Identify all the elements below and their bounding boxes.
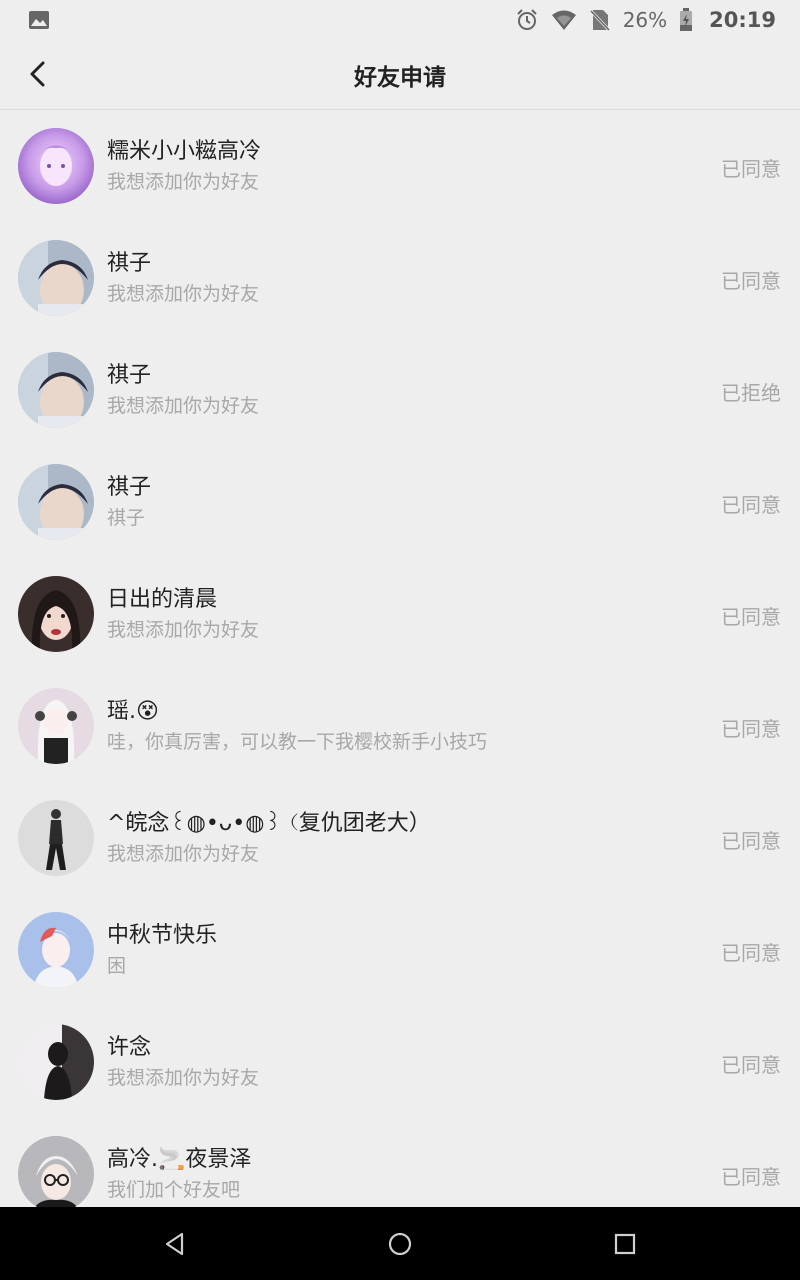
request-status: 已同意 bbox=[721, 941, 781, 965]
request-status: 已同意 bbox=[721, 269, 781, 293]
alarm-icon bbox=[516, 9, 537, 30]
friend-request-row[interactable]: 许念 我想添加你为好友 已同意 bbox=[0, 1007, 800, 1119]
request-status: 已拒绝 bbox=[721, 381, 781, 405]
avatar bbox=[18, 352, 94, 428]
request-status: 已同意 bbox=[721, 829, 781, 853]
request-message: 我想添加你为好友 bbox=[107, 283, 260, 305]
request-message: 我想添加你为好友 bbox=[107, 1067, 260, 1089]
back-triangle-icon[interactable] bbox=[162, 1231, 188, 1257]
request-message: 我们加个好友吧 bbox=[107, 1179, 241, 1201]
request-message: 哇，你真厉害，可以教一下我樱校新手小技巧 bbox=[107, 731, 488, 753]
request-status: 已同意 bbox=[721, 157, 781, 181]
request-status: 已同意 bbox=[721, 717, 781, 741]
request-status: 已同意 bbox=[721, 605, 781, 629]
friend-request-row[interactable]: 祺子 祺子 已同意 bbox=[0, 447, 800, 559]
friend-request-row[interactable]: 糯米小小糍高冷 我想添加你为好友 已同意 bbox=[0, 111, 800, 223]
friend-request-row[interactable]: 日出的清晨 我想添加你为好友 已同意 bbox=[0, 559, 800, 671]
home-circle-icon[interactable] bbox=[387, 1231, 413, 1257]
avatar bbox=[18, 1024, 94, 1100]
request-status: 已同意 bbox=[721, 493, 781, 517]
battery-icon bbox=[680, 8, 693, 31]
avatar bbox=[18, 128, 94, 204]
header: 好友申请 bbox=[0, 40, 800, 110]
avatar bbox=[18, 800, 94, 876]
status-bar: 26% 20:19 bbox=[0, 0, 800, 40]
request-message: 我想添加你为好友 bbox=[107, 395, 260, 417]
request-message: 我想添加你为好友 bbox=[107, 171, 260, 193]
friend-request-row[interactable]: 高冷.🚬夜景泽 我们加个好友吧 已同意 bbox=[0, 1119, 800, 1207]
page-title: 好友申请 bbox=[354, 64, 446, 91]
request-status: 已同意 bbox=[721, 1165, 781, 1189]
gallery-icon bbox=[29, 11, 49, 29]
requester-name: 日出的清晨 bbox=[107, 587, 218, 612]
avatar bbox=[18, 912, 94, 988]
avatar bbox=[18, 576, 94, 652]
back-button[interactable] bbox=[18, 54, 58, 94]
friend-request-list: 糯米小小糍高冷 我想添加你为好友 已同意 祺子 我想添加你为好友 已同意 祺子 … bbox=[0, 111, 800, 1207]
request-message: 我想添加你为好友 bbox=[107, 843, 260, 865]
avatar bbox=[18, 240, 94, 316]
requester-name: 瑶.😵 bbox=[107, 699, 159, 724]
requester-name: 中秋节快乐 bbox=[107, 923, 218, 948]
dizzy-emoji-icon: 😵 bbox=[136, 699, 159, 724]
request-status: 已同意 bbox=[721, 1053, 781, 1077]
friend-request-row[interactable]: 中秋节快乐 困 已同意 bbox=[0, 895, 800, 1007]
requester-name: ^皖念꒰◍•ᴗ•◍꒱（复仇团老大） bbox=[107, 811, 431, 836]
request-message: 祺子 bbox=[107, 507, 146, 529]
friend-request-row[interactable]: 瑶.😵 哇，你真厉害，可以教一下我樱校新手小技巧 已同意 bbox=[0, 671, 800, 783]
friend-request-row[interactable]: 祺子 我想添加你为好友 已拒绝 bbox=[0, 335, 800, 447]
friend-request-row[interactable]: ^皖念꒰◍•ᴗ•◍꒱（复仇团老大） 我想添加你为好友 已同意 bbox=[0, 783, 800, 895]
navigation-bar bbox=[0, 1207, 800, 1280]
avatar bbox=[18, 464, 94, 540]
status-time: 20:19 bbox=[709, 8, 776, 32]
requester-name: 祺子 bbox=[107, 363, 152, 388]
recents-square-icon[interactable] bbox=[612, 1231, 638, 1257]
friend-request-row[interactable]: 祺子 我想添加你为好友 已同意 bbox=[0, 223, 800, 335]
chevron-left-icon bbox=[30, 61, 45, 87]
requester-name: 祺子 bbox=[107, 251, 152, 276]
avatar bbox=[18, 1136, 94, 1207]
no-sim-icon bbox=[589, 9, 610, 32]
requester-name: 祺子 bbox=[107, 475, 152, 500]
avatar bbox=[18, 688, 94, 764]
wifi-icon bbox=[551, 10, 576, 30]
requester-name: 许念 bbox=[107, 1035, 152, 1060]
battery-percent: 26% bbox=[622, 8, 668, 32]
requester-name: 糯米小小糍高冷 bbox=[107, 139, 262, 164]
request-message: 我想添加你为好友 bbox=[107, 619, 260, 641]
request-message: 困 bbox=[107, 955, 127, 977]
requester-name: 高冷.🚬夜景泽 bbox=[107, 1147, 252, 1172]
